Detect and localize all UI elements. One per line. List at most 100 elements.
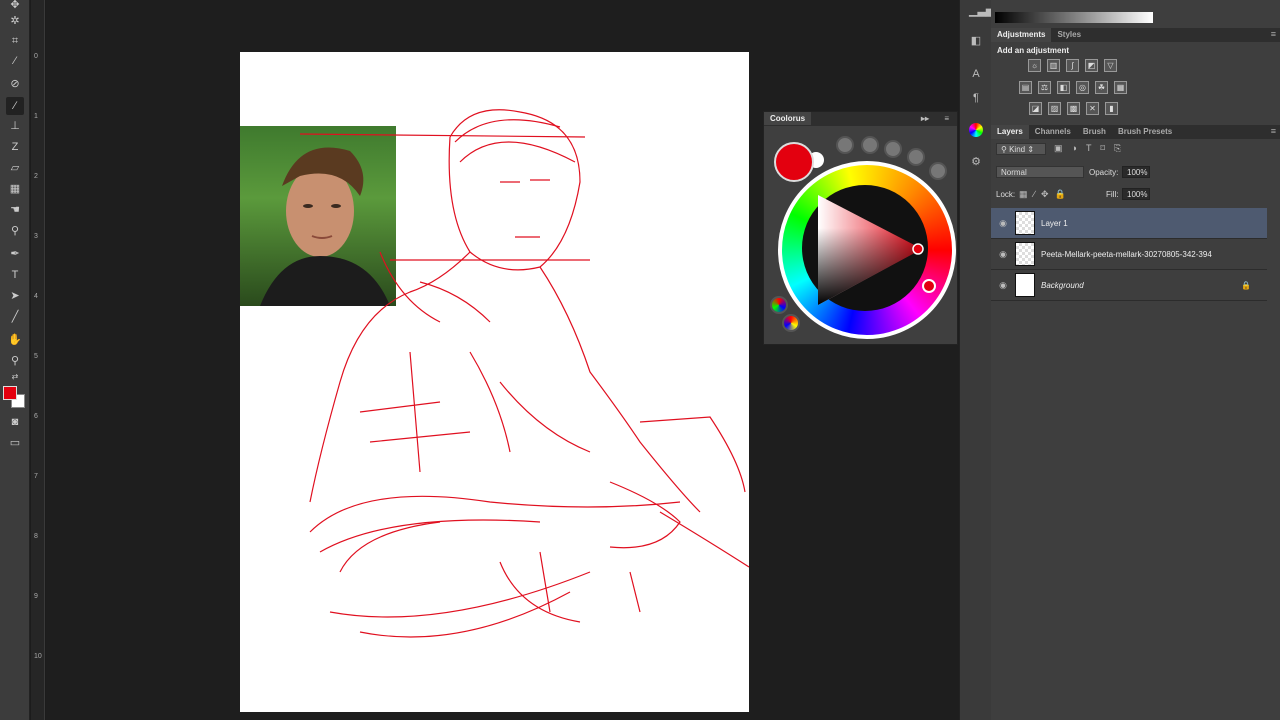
- ruler-label: 1: [34, 113, 38, 120]
- vertical-ruler: 0 1 2 3 4 5 6 7 8 9 10: [31, 0, 45, 720]
- hue-handle[interactable]: [922, 279, 936, 293]
- ruler-label: 7: [34, 473, 38, 480]
- fill-field[interactable]: 100%: [1122, 188, 1150, 200]
- brush-tool-icon[interactable]: ∕: [6, 97, 24, 115]
- dodge-tool-icon[interactable]: ⚲: [6, 222, 24, 240]
- history-brush-tool-icon[interactable]: Z: [6, 138, 24, 156]
- pen-tool-icon[interactable]: ✒: [6, 245, 24, 263]
- coolorus-dock-icon[interactable]: [969, 123, 983, 137]
- tab-layers[interactable]: Layers: [991, 125, 1029, 139]
- opacity-field[interactable]: 100%: [1122, 166, 1150, 178]
- ruler-label: 2: [34, 173, 38, 180]
- healing-brush-tool-icon[interactable]: ⊘: [6, 75, 24, 93]
- path-selection-tool-icon[interactable]: ➤: [6, 287, 24, 305]
- photo-filter-icon[interactable]: ◎: [1076, 81, 1089, 94]
- gradient-map-icon[interactable]: ▮: [1105, 102, 1118, 115]
- preset-icon[interactable]: [861, 136, 879, 154]
- layer-thumbnail: [1015, 242, 1035, 266]
- lock-label: Lock:: [996, 190, 1016, 199]
- invert-icon[interactable]: ◪: [1029, 102, 1042, 115]
- posterize-icon[interactable]: ▨: [1048, 102, 1061, 115]
- layer-item[interactable]: ◉ Layer 1: [991, 208, 1267, 239]
- visibility-eye-icon[interactable]: ◉: [991, 249, 1015, 260]
- magic-wand-tool-icon[interactable]: ✲: [6, 12, 24, 30]
- color-mode-icon[interactable]: [770, 296, 788, 314]
- preset-icon[interactable]: [929, 162, 947, 180]
- quick-mask-icon[interactable]: ◙: [6, 413, 24, 431]
- tab-channels[interactable]: Channels: [1029, 125, 1077, 139]
- ruler-label: 8: [34, 533, 38, 540]
- color-mode-icon[interactable]: [782, 314, 800, 332]
- curves-icon[interactable]: ∫: [1066, 59, 1079, 72]
- fill-label: Fill:: [1106, 190, 1119, 199]
- color-balance-icon[interactable]: ⚖: [1038, 81, 1051, 94]
- ruler-label: 9: [34, 593, 38, 600]
- eraser-tool-icon[interactable]: ▱: [6, 159, 24, 177]
- properties-icon[interactable]: ◧: [969, 34, 983, 48]
- blend-mode-select[interactable]: Normal: [996, 166, 1084, 178]
- gradient-bar[interactable]: [995, 12, 1153, 23]
- vibrance-icon[interactable]: ▽: [1104, 59, 1117, 72]
- smudge-tool-icon[interactable]: ☚: [6, 201, 24, 219]
- tab-adjustments[interactable]: Adjustments: [991, 28, 1052, 42]
- color-lookup-icon[interactable]: ▦: [1114, 81, 1127, 94]
- selective-color-icon[interactable]: ✕: [1086, 102, 1099, 115]
- selected-color-swatch[interactable]: [774, 142, 814, 182]
- gradient-tool-icon[interactable]: ▦: [6, 180, 24, 198]
- brightness-icon[interactable]: ☼: [1028, 59, 1041, 72]
- exposure-icon[interactable]: ◩: [1085, 59, 1098, 72]
- black-white-icon[interactable]: ◧: [1057, 81, 1070, 94]
- tab-brush-presets[interactable]: Brush Presets: [1112, 125, 1178, 139]
- layer-item[interactable]: ◉ Peeta-Mellark-peeta-mellark-30270805-3…: [991, 239, 1267, 270]
- preset-icon[interactable]: [907, 148, 925, 166]
- channel-mixer-icon[interactable]: ☘: [1095, 81, 1108, 94]
- preset-icon[interactable]: [836, 136, 854, 154]
- foreground-color-swatch[interactable]: [3, 386, 17, 400]
- screen-mode-icon[interactable]: ▭: [6, 434, 24, 452]
- layer-filter-select[interactable]: ⚲ Kind ⇕: [996, 143, 1046, 155]
- right-panels: Adjustments Styles ≡ Add an adjustment ☼…: [991, 0, 1280, 720]
- hue-saturation-icon[interactable]: ▤: [1019, 81, 1032, 94]
- panel-menu-icon[interactable]: ≡: [1271, 126, 1276, 136]
- crop-tool-icon[interactable]: ⌗: [6, 32, 24, 50]
- layer-name: Layer 1: [1041, 218, 1068, 228]
- layer-item[interactable]: ◉ Background 🔒: [991, 270, 1267, 301]
- visibility-eye-icon[interactable]: ◉: [991, 218, 1015, 229]
- filter-icons[interactable]: ▣◑T⌑⎘: [1054, 143, 1130, 154]
- saturation-brightness-triangle[interactable]: [802, 185, 928, 311]
- swap-colors-icon[interactable]: ⇄: [6, 368, 24, 386]
- character-icon[interactable]: A: [969, 68, 983, 82]
- panel-menu-icon[interactable]: ≡: [938, 112, 955, 125]
- layer-thumbnail: [1015, 273, 1035, 297]
- ruler-label: 10: [34, 653, 42, 660]
- visibility-eye-icon[interactable]: ◉: [991, 280, 1015, 291]
- clone-stamp-tool-icon[interactable]: ⊥: [6, 117, 24, 135]
- saturation-triangle-area[interactable]: [802, 185, 928, 311]
- adjustments-heading: Add an adjustment: [997, 46, 1070, 55]
- type-tool-icon[interactable]: T: [6, 266, 24, 284]
- adjustments-tabbar: Adjustments Styles ≡: [991, 28, 1280, 42]
- layers-tabbar: Layers Channels Brush Brush Presets ≡: [991, 125, 1280, 139]
- tool-presets-icon[interactable]: ⚙: [969, 155, 983, 169]
- tab-styles[interactable]: Styles: [1051, 28, 1087, 42]
- blend-mode-value: Normal: [1001, 168, 1027, 177]
- layer-name: Peeta-Mellark-peeta-mellark-30270805-342…: [1041, 249, 1212, 259]
- levels-icon[interactable]: ▥: [1047, 59, 1060, 72]
- histogram-icon[interactable]: ▁▃▅: [969, 4, 994, 18]
- ruler-label: 6: [34, 413, 38, 420]
- hand-tool-icon[interactable]: ✋: [6, 331, 24, 349]
- hue-wheel[interactable]: [778, 161, 956, 339]
- tab-brush[interactable]: Brush: [1077, 125, 1112, 139]
- document-canvas[interactable]: [240, 52, 749, 712]
- line-tool-icon[interactable]: ╱: [6, 308, 24, 326]
- coolorus-panel: Coolorus ▸▸ ≡: [763, 111, 958, 345]
- eyedropper-tool-icon[interactable]: ⁄: [6, 52, 24, 70]
- lock-icons[interactable]: ▦∕✥🔒: [1019, 189, 1072, 200]
- panel-dock: ▁▃▅ ◧ A ¶ ⚙: [959, 0, 994, 720]
- threshold-icon[interactable]: ▩: [1067, 102, 1080, 115]
- preset-icon[interactable]: [884, 140, 902, 158]
- panel-menu-icon[interactable]: ≡: [1271, 29, 1276, 39]
- collapse-icon[interactable]: ▸▸: [915, 112, 935, 125]
- paragraph-icon[interactable]: ¶: [969, 92, 983, 106]
- coolorus-title[interactable]: Coolorus: [764, 112, 812, 125]
